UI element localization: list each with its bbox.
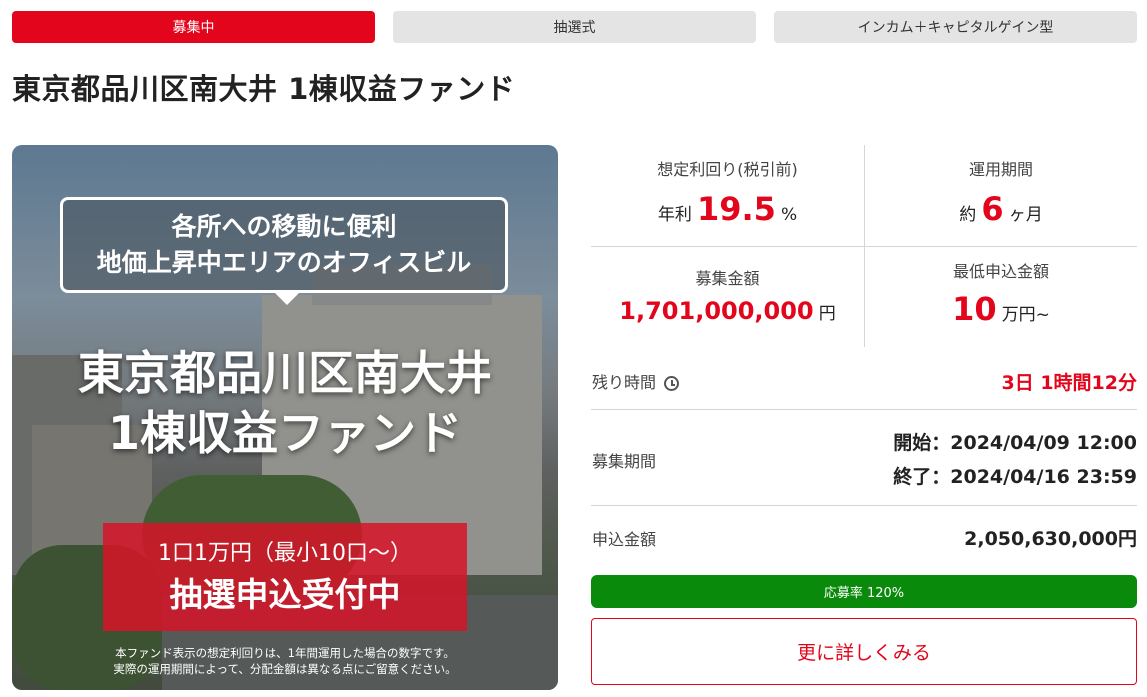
amount-unit: 円: [818, 304, 836, 324]
method-tag: 抽選式: [393, 11, 756, 43]
status-tag: 募集中: [12, 11, 375, 43]
min-amount-label: 最低申込金額: [952, 262, 1049, 281]
hero-fund-name: 1棟収益ファンド: [107, 406, 462, 460]
fund-hero-image: 各所への移動に便利 地価上昇中エリアのオフィスビル 東京都品川区南大井 1棟収益…: [12, 145, 558, 690]
yield-label: 想定利回り(税引前): [657, 160, 798, 179]
min-amount-cell: 最低申込金額 10 万円~: [865, 258, 1137, 328]
amount-value: 1,701,000,000: [619, 297, 814, 325]
application-rate-bar: 応募率 120%: [591, 575, 1137, 608]
row-divider: [591, 409, 1137, 410]
hero-speech-bubble: 各所への移動に便利 地価上昇中エリアのオフィスビル: [60, 197, 508, 305]
period-unit: ヶ月: [1008, 205, 1043, 225]
yield-prefix: 年利: [657, 205, 692, 225]
amount-cell: 募集金額 1,701,000,000 円: [591, 265, 864, 325]
remaining-value: 3日 1時間12分: [1001, 372, 1138, 394]
remaining-row: 残り時間: [592, 369, 680, 393]
bubble-line: 各所への移動に便利: [171, 212, 397, 241]
page-title: 東京都品川区南大井 1棟収益ファンド: [12, 72, 516, 106]
details-button[interactable]: 更に詳しくみる: [591, 618, 1137, 685]
period-prefix: 約: [959, 205, 977, 225]
applied-value: 2,050,630,000円: [964, 528, 1137, 550]
period-cell: 運用期間 約 6 ヶ月: [865, 156, 1137, 228]
amount-label: 募集金額: [695, 269, 760, 288]
recruit-end: 終了：2024/04/16 23:59: [893, 466, 1137, 488]
yield-value: 19.5: [696, 190, 776, 228]
type-tag: インカム＋キャピタルゲイン型: [774, 11, 1137, 43]
recruit-period-label: 募集期間: [592, 452, 657, 471]
hero-disclaimer: 本ファンド表示の想定利回りは、1年間運用した場合の数字です。 実際の運用期間によ…: [12, 645, 558, 677]
lottery-text: 抽選申込受付中: [169, 575, 401, 614]
min-amount-value: 10: [952, 290, 997, 328]
hero-fund-name: 東京都品川区南大井: [78, 346, 492, 400]
unit-text: 1口1万円（最小10口〜）: [158, 541, 412, 566]
applied-label: 申込金額: [592, 530, 657, 549]
yield-unit: %: [780, 205, 798, 225]
period-label: 運用期間: [968, 160, 1033, 179]
remaining-label: 残り時間: [592, 373, 657, 392]
min-amount-unit: 万円~: [1001, 305, 1050, 325]
recruit-start: 開始：2024/04/09 12:00: [893, 432, 1137, 454]
bubble-line: 地価上昇中エリアのオフィスビル: [96, 248, 472, 277]
clock-icon: [664, 376, 680, 391]
lottery-banner: 1口1万円（最小10口〜） 抽選申込受付中: [103, 523, 467, 631]
disclaimer-line: 実際の運用期間によって、分配金額は異なる点にご留意ください。: [113, 662, 457, 676]
row-divider: [591, 505, 1137, 506]
application-rate-text: 応募率 120%: [823, 586, 905, 601]
disclaimer-line: 本ファンド表示の想定利回りは、1年間運用した場合の数字です。: [115, 646, 455, 660]
period-value: 6: [981, 190, 1004, 228]
grid-divider: [591, 246, 1137, 247]
yield-cell: 想定利回り(税引前) 年利 19.5 %: [591, 156, 864, 228]
